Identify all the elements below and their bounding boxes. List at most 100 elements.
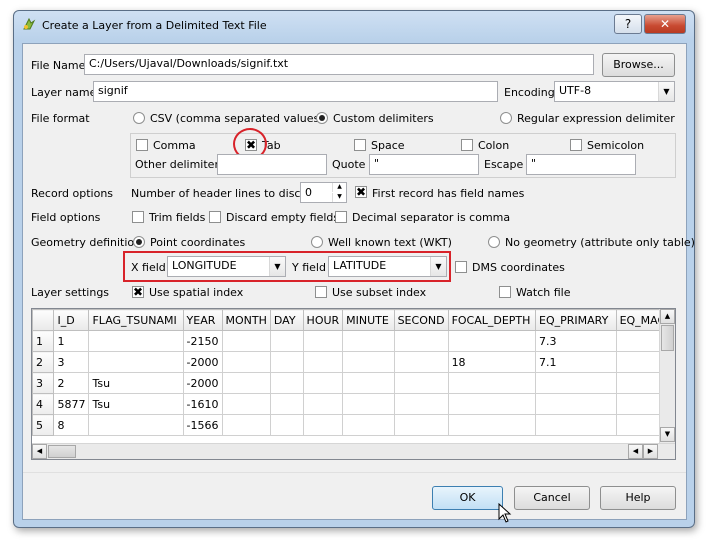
table-row[interactable]: 5 8 -1566 bbox=[32, 414, 675, 436]
table-cell[interactable] bbox=[393, 393, 449, 415]
column-header[interactable]: YEAR bbox=[182, 309, 223, 331]
table-cell[interactable] bbox=[269, 372, 304, 394]
column-header[interactable]: MONTH bbox=[221, 309, 271, 331]
table-cell[interactable]: -2000 bbox=[182, 351, 223, 373]
help-title-button[interactable]: ? bbox=[614, 14, 642, 34]
table-row[interactable]: 1 1 -2150 7.3 bbox=[32, 330, 675, 352]
table-cell[interactable]: 18 bbox=[447, 351, 537, 373]
table-cell[interactable] bbox=[88, 351, 184, 373]
file-name-input[interactable]: C:/Users/Ujaval/Downloads/signif.txt bbox=[84, 54, 594, 75]
spin-up-icon[interactable]: ▲ bbox=[332, 183, 346, 192]
table-cell[interactable] bbox=[447, 372, 537, 394]
column-header[interactable]: FOCAL_DEPTH bbox=[447, 309, 537, 331]
radio-csv[interactable] bbox=[133, 112, 145, 124]
column-header[interactable]: MINUTE bbox=[342, 309, 395, 331]
other-delimiters-input[interactable] bbox=[217, 154, 327, 175]
table-cell[interactable] bbox=[88, 414, 184, 436]
table-cell[interactable] bbox=[302, 393, 344, 415]
table-row[interactable]: 3 2 Tsu -2000 bbox=[32, 372, 675, 394]
row-number[interactable]: 5 bbox=[32, 414, 55, 436]
table-cell[interactable]: 5877 bbox=[53, 393, 90, 415]
column-header[interactable]: EQ_PRIMARY bbox=[535, 309, 617, 331]
table-cell[interactable] bbox=[269, 351, 304, 373]
radio-point-coordinates[interactable] bbox=[133, 236, 145, 248]
discard-empty-checkbox[interactable] bbox=[209, 211, 221, 223]
decimal-checkbox[interactable] bbox=[335, 211, 347, 223]
table-cell[interactable] bbox=[342, 414, 395, 436]
browse-button[interactable]: Browse... bbox=[602, 53, 675, 77]
table-cell[interactable] bbox=[535, 414, 617, 436]
table-cell[interactable] bbox=[393, 330, 449, 352]
table-cell[interactable] bbox=[221, 330, 271, 352]
table-cell[interactable] bbox=[269, 330, 304, 352]
table-cell[interactable] bbox=[393, 372, 449, 394]
row-number[interactable]: 2 bbox=[32, 351, 55, 373]
column-header[interactable]: I_D bbox=[53, 309, 90, 331]
table-cell[interactable] bbox=[535, 372, 617, 394]
table-cell[interactable]: 7.3 bbox=[535, 330, 617, 352]
table-cell[interactable]: 8 bbox=[53, 414, 90, 436]
table-cell[interactable] bbox=[447, 414, 537, 436]
row-number[interactable]: 3 bbox=[32, 372, 55, 394]
spin-down-icon[interactable]: ▼ bbox=[332, 193, 346, 202]
dms-checkbox[interactable] bbox=[455, 261, 467, 273]
table-cell[interactable] bbox=[88, 330, 184, 352]
table-cell[interactable] bbox=[269, 393, 304, 415]
horizontal-scrollbar[interactable]: ◀ ◀ ▶ bbox=[32, 443, 675, 459]
colon-checkbox[interactable] bbox=[461, 139, 473, 151]
table-cell[interactable] bbox=[221, 414, 271, 436]
radio-regex[interactable] bbox=[500, 112, 512, 124]
table-cell[interactable] bbox=[302, 351, 344, 373]
table-cell[interactable] bbox=[447, 393, 537, 415]
column-header[interactable]: FLAG_TSUNAMI bbox=[88, 309, 184, 331]
close-button[interactable]: ✕ bbox=[644, 14, 686, 34]
table-cell[interactable]: 7.1 bbox=[535, 351, 617, 373]
scroll-down-icon[interactable]: ▼ bbox=[660, 427, 675, 442]
hscroll-thumb[interactable] bbox=[48, 445, 76, 458]
watch-file-checkbox[interactable] bbox=[499, 286, 511, 298]
radio-custom-delimiters[interactable] bbox=[316, 112, 328, 124]
table-cell[interactable]: 2 bbox=[53, 372, 90, 394]
table-cell[interactable]: Tsu bbox=[88, 393, 184, 415]
table-cell[interactable] bbox=[393, 414, 449, 436]
spatial-index-checkbox[interactable]: ✖ bbox=[132, 286, 144, 298]
y-field-select[interactable]: LATITUDE ▼ bbox=[328, 256, 447, 277]
table-cell[interactable]: 3 bbox=[53, 351, 90, 373]
table-cell[interactable]: Tsu bbox=[88, 372, 184, 394]
quote-input[interactable]: " bbox=[369, 154, 479, 175]
scroll-right-icon[interactable]: ▶ bbox=[643, 444, 658, 459]
table-cell[interactable] bbox=[342, 393, 395, 415]
space-checkbox[interactable] bbox=[354, 139, 366, 151]
column-header[interactable]: SECOND bbox=[393, 309, 449, 331]
semicolon-checkbox[interactable] bbox=[570, 139, 582, 151]
table-cell[interactable] bbox=[302, 414, 344, 436]
table-cell[interactable] bbox=[342, 330, 395, 352]
help-button[interactable]: Help bbox=[600, 486, 676, 510]
cancel-button[interactable]: Cancel bbox=[514, 486, 590, 510]
table-row[interactable]: 2 3 -2000 18 7.1 bbox=[32, 351, 675, 373]
table-cell[interactable]: -1566 bbox=[182, 414, 223, 436]
scroll-up-icon[interactable]: ▲ bbox=[660, 309, 675, 324]
corner-header[interactable] bbox=[32, 309, 55, 331]
table-cell[interactable]: -2150 bbox=[182, 330, 223, 352]
radio-no-geometry[interactable] bbox=[488, 236, 500, 248]
table-cell[interactable] bbox=[221, 393, 271, 415]
subset-index-checkbox[interactable] bbox=[315, 286, 327, 298]
first-record-checkbox[interactable]: ✖ bbox=[355, 186, 367, 198]
trim-checkbox[interactable] bbox=[132, 211, 144, 223]
table-cell[interactable] bbox=[535, 393, 617, 415]
table-row[interactable]: 4 5877 Tsu -1610 bbox=[32, 393, 675, 415]
table-cell[interactable] bbox=[302, 372, 344, 394]
table-cell[interactable]: 1 bbox=[53, 330, 90, 352]
table-cell[interactable] bbox=[393, 351, 449, 373]
escape-input[interactable]: " bbox=[526, 154, 636, 175]
column-header[interactable]: HOUR bbox=[302, 309, 344, 331]
table-cell[interactable]: -1610 bbox=[182, 393, 223, 415]
scroll-left-icon[interactable]: ◀ bbox=[32, 444, 47, 459]
ok-button[interactable]: OK bbox=[432, 486, 503, 510]
table-cell[interactable]: -2000 bbox=[182, 372, 223, 394]
sample-data-table[interactable]: I_D FLAG_TSUNAMI YEAR MONTH DAY HOUR MIN… bbox=[31, 308, 676, 460]
header-lines-spinbox[interactable]: 0 ▲ ▼ bbox=[300, 182, 347, 203]
table-cell[interactable] bbox=[447, 330, 537, 352]
column-header[interactable]: DAY bbox=[269, 309, 304, 331]
